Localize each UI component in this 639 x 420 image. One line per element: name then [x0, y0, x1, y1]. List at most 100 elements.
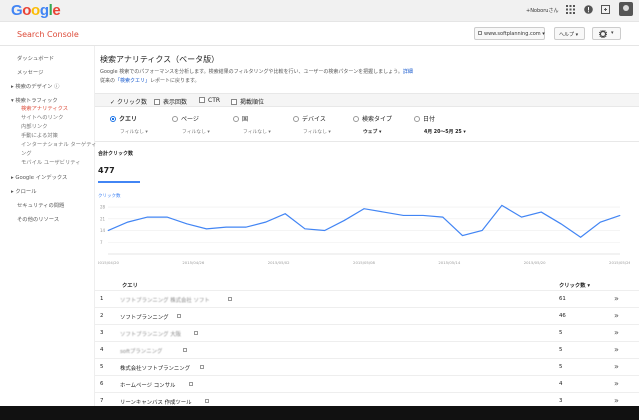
external-link-icon[interactable] [177, 314, 182, 318]
page-description: Google 検索でのパフォーマンスを分析します。検索結果のフィルタリングや比較… [100, 68, 420, 86]
apps-grid-icon[interactable] [566, 5, 575, 14]
external-link-icon[interactable] [199, 365, 204, 369]
row-number: 7 [100, 398, 104, 404]
clicks-value: 5 [559, 364, 563, 370]
expand-row-icon[interactable]: » [614, 362, 619, 371]
row-number: 2 [100, 313, 104, 319]
notifications-icon[interactable] [584, 5, 593, 14]
sidebar-item[interactable]: ▾ 検索トラフィック [11, 96, 58, 104]
expand-row-icon[interactable]: » [614, 328, 619, 337]
sidebar-item[interactable]: ング [21, 149, 32, 157]
avatar[interactable] [619, 2, 633, 16]
table-row[interactable]: 3 ソフトプランニング 大阪 5 » [95, 324, 639, 341]
metric-checkbox[interactable]: 表示回数 [154, 97, 187, 106]
google-logo[interactable]: Google [11, 2, 61, 19]
dimension-label[interactable]: 検索タイプ [353, 114, 392, 123]
dimension-filter-dropdown[interactable]: フィルなし ▾ [303, 128, 331, 135]
sidebar-item[interactable]: モバイル ユーザビリティ [21, 158, 81, 166]
radio-button[interactable] [414, 116, 420, 122]
metric-checkbox[interactable]: CTR [199, 97, 220, 104]
table-row[interactable]: 1 ソフトプランニング 株式会社 ソフト 61 » [95, 290, 639, 307]
sidebar-item[interactable]: 内部リンク [21, 122, 48, 130]
share-icon[interactable] [601, 5, 610, 14]
external-link-icon[interactable] [227, 297, 232, 301]
radio-button[interactable] [353, 116, 359, 122]
external-link-icon[interactable] [188, 382, 193, 386]
data-point [245, 226, 247, 228]
dimension-3[interactable]: 国フィルなし ▾ [233, 114, 271, 135]
sidebar-item[interactable]: ダッシュボード [17, 54, 54, 62]
metric-checkbox[interactable]: ✓ クリック数 [110, 97, 147, 106]
dimension-1[interactable]: クエリフィルなし ▾ [110, 114, 148, 135]
table-row[interactable]: 4 softプランニング 5 » [95, 341, 639, 358]
query-text[interactable]: リーンキャンバス 作成ツール [120, 398, 192, 406]
dimension-filter-dropdown[interactable]: ウェブ ▾ [363, 128, 392, 135]
expand-row-icon[interactable]: » [614, 294, 619, 303]
app-title[interactable]: Search Console [17, 30, 79, 39]
sidebar-item[interactable]: 検索アナリティクス [21, 104, 68, 112]
search-console-page: Google +Noboruさん Search Console www.soft… [0, 0, 639, 420]
dimension-label[interactable]: 国 [233, 114, 271, 123]
dimension-name: 日付 [423, 116, 436, 123]
query-text[interactable]: softプランニング [120, 347, 162, 355]
sidebar-item[interactable]: 手動による対策 [21, 131, 58, 139]
sidebar-item[interactable]: サイトへのリンク [21, 113, 63, 121]
data-point [363, 208, 365, 210]
sidebar-item[interactable]: セキュリティの問題 [17, 201, 64, 209]
expand-row-icon[interactable]: » [614, 396, 619, 405]
clicks-value: 4 [559, 381, 563, 387]
details-link[interactable]: 詳細 [403, 69, 413, 75]
dimension-filter-dropdown[interactable]: フィルなし ▾ [182, 128, 210, 135]
desc-text-3: レポートに戻ります。 [150, 78, 200, 84]
sidebar-item[interactable]: ▸ Google インデックス [11, 173, 67, 181]
dimension-5[interactable]: 検索タイプウェブ ▾ [353, 114, 392, 135]
query-text[interactable]: ホームページ コンサル [120, 381, 175, 389]
clicks-column-header[interactable]: クリック数 ▾ [559, 281, 590, 289]
table-row[interactable]: 6 ホームページ コンサル 4 » [95, 375, 639, 392]
radio-button[interactable] [233, 116, 239, 122]
sidebar-item[interactable]: ▸ クロール [11, 187, 37, 195]
dimension-2[interactable]: ページフィルなし ▾ [172, 114, 210, 135]
query-text[interactable]: 株式会社ソフトプランニング [120, 364, 190, 372]
expand-row-icon[interactable]: » [614, 311, 619, 320]
query-text[interactable]: ソフトプランニング 株式会社 ソフト [120, 296, 210, 304]
checkbox-label: CTR [208, 97, 221, 104]
expand-row-icon[interactable]: » [614, 345, 619, 354]
query-label: ソフトプランニング [120, 315, 169, 321]
radio-button[interactable] [293, 116, 299, 122]
dimension-filter-dropdown[interactable]: フィルなし ▾ [243, 128, 271, 135]
external-link-icon[interactable] [183, 348, 187, 352]
sidebar-item[interactable]: インターナショナル ターゲティ [21, 140, 97, 148]
expand-row-icon[interactable]: » [614, 379, 619, 388]
dimension-filter-dropdown[interactable]: 4月 20〜5月 25 ▾ [424, 128, 466, 135]
query-column-header[interactable]: クエリ [122, 281, 138, 289]
radio-button[interactable] [110, 116, 116, 122]
radio-button[interactable] [172, 116, 178, 122]
query-text[interactable]: ソフトプランニング 大阪 [120, 330, 181, 338]
total-clicks-card[interactable]: 合計クリック数 477 [98, 150, 140, 183]
sidebar-item[interactable]: その他のリソース [17, 215, 59, 223]
dimension-filter-dropdown[interactable]: フィルなし ▾ [120, 128, 148, 135]
user-name-link[interactable]: +Noboruさん [526, 7, 558, 14]
sidebar-item[interactable]: メッセージ [17, 68, 43, 76]
sidebar-item[interactable]: ▸ 検索のデザイン ⓘ [11, 82, 59, 90]
settings-button[interactable]: ▾ [592, 27, 621, 40]
external-link-icon[interactable] [205, 399, 210, 403]
legacy-report-link[interactable]: 「検索クエリ」 [115, 78, 150, 84]
dimension-label[interactable]: ページ [172, 114, 210, 123]
metric-checkbox[interactable]: 掲載順位 [231, 97, 264, 106]
table-row[interactable]: 5 株式会社ソフトプランニング 5 » [95, 358, 639, 375]
site-selector[interactable]: www.softplanning.com ▾ [474, 27, 545, 40]
query-text[interactable]: ソフトプランニング [120, 313, 169, 321]
table-row[interactable]: 2 ソフトプランニング 46 » [95, 307, 639, 324]
legend-label: クリック数 [98, 192, 121, 199]
dimension-4[interactable]: デバイスフィルなし ▾ [293, 114, 331, 135]
dimension-label[interactable]: デバイス [293, 114, 331, 123]
data-point [146, 216, 148, 218]
dimension-label[interactable]: クエリ [110, 114, 148, 123]
x-tick-label: 2015/05/20 [524, 260, 546, 265]
dimension-label[interactable]: 日付 [414, 114, 466, 123]
dimension-6[interactable]: 日付 4月 20〜5月 25 ▾ [414, 114, 466, 135]
external-link-icon[interactable] [194, 331, 199, 335]
help-button[interactable]: ヘルプ ▾ [554, 27, 585, 40]
